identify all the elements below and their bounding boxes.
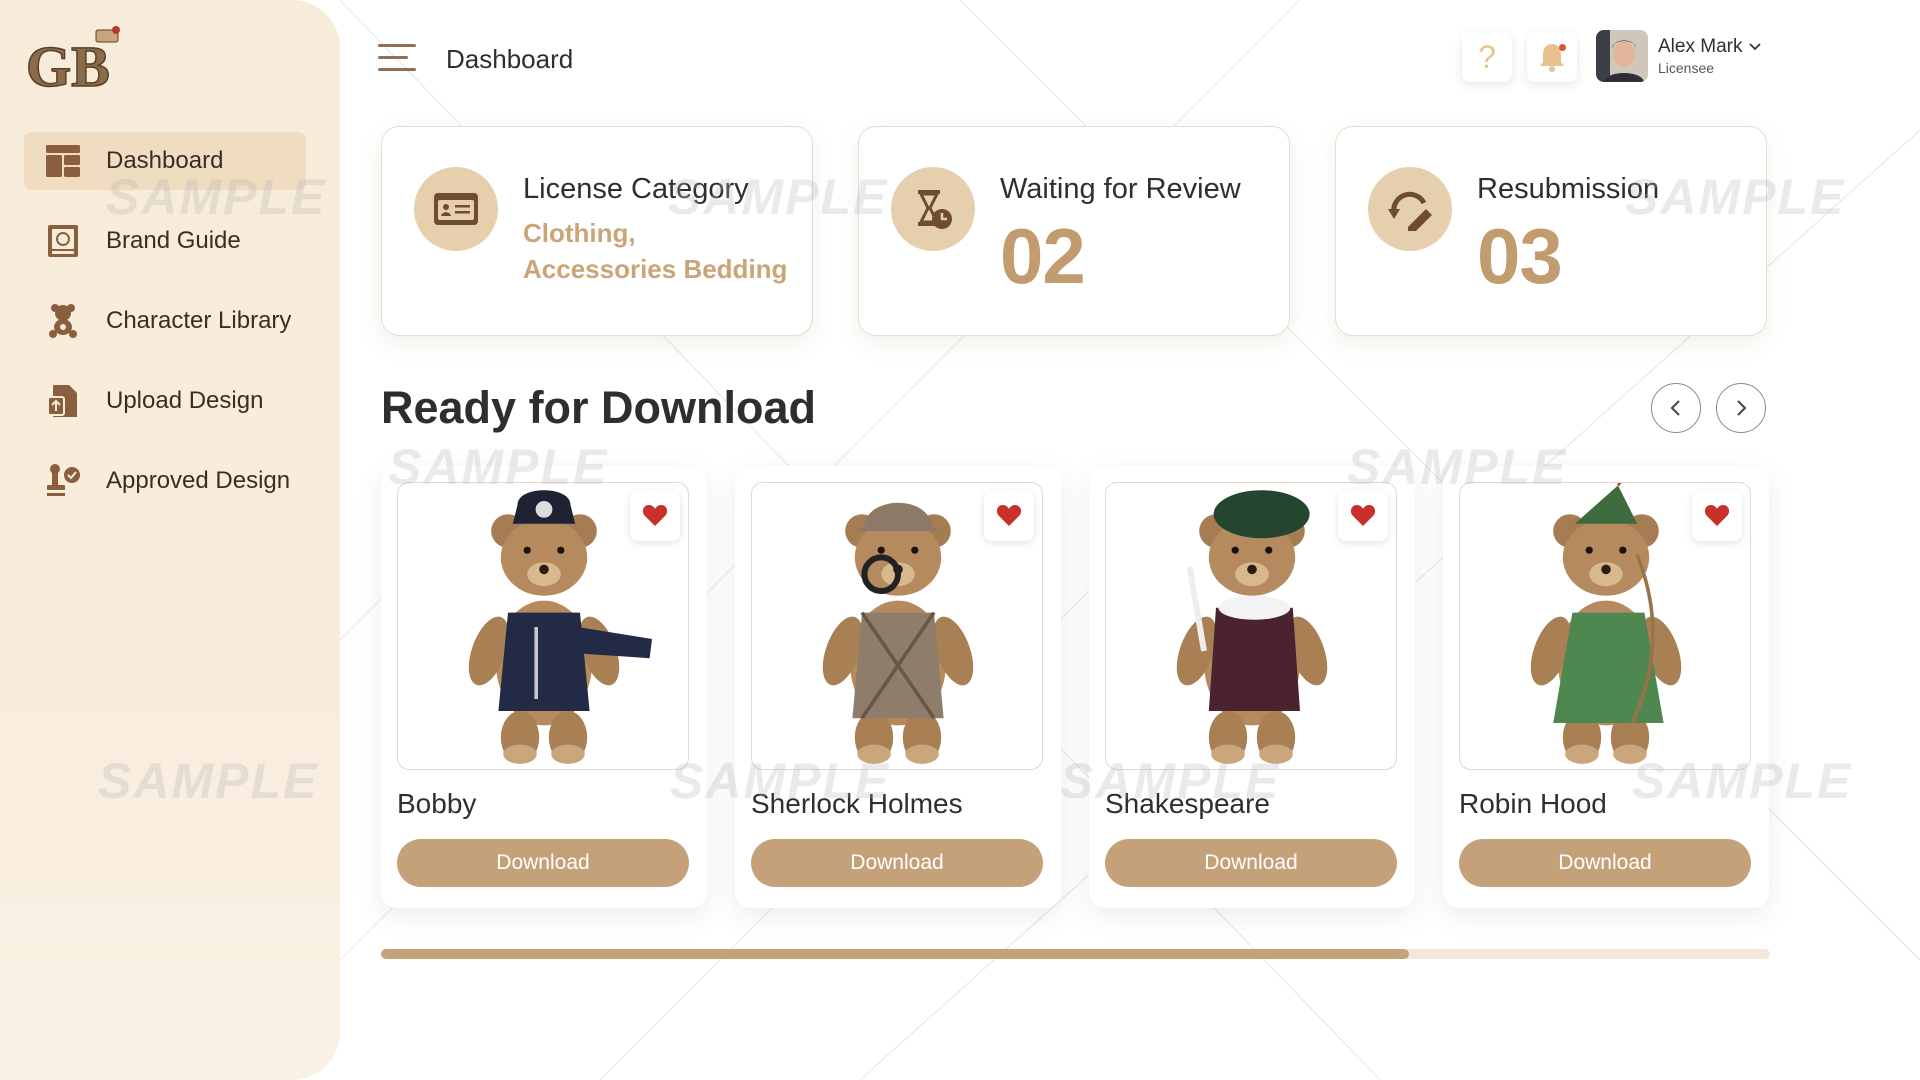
teddy-bear-icon xyxy=(44,302,82,340)
product-image[interactable] xyxy=(751,482,1043,770)
product-name: Bobby xyxy=(397,788,477,819)
dashboard-icon xyxy=(44,142,82,180)
resubmit-edit-icon xyxy=(1368,167,1452,251)
page-title: Dashboard xyxy=(446,44,574,74)
product-name: Sherlock Holmes xyxy=(751,788,963,819)
sidebar-item-label: Approved Design xyxy=(106,467,291,494)
heart-icon xyxy=(642,505,668,526)
favorite-button[interactable] xyxy=(1338,491,1388,541)
user-menu[interactable]: Alex Mark Licensee xyxy=(1596,30,1762,82)
brand-guide-icon xyxy=(44,222,82,260)
resubmission-count: 03 xyxy=(1477,212,1563,300)
download-button[interactable]: Download xyxy=(1105,839,1397,887)
product-image[interactable] xyxy=(397,482,689,770)
product-image[interactable] xyxy=(1459,482,1751,770)
hourglass-clock-icon xyxy=(891,167,975,251)
carousel-next-button[interactable] xyxy=(1716,383,1766,433)
help-icon: ? xyxy=(1478,38,1496,75)
carousel-prev-button[interactable] xyxy=(1651,383,1701,433)
help-button[interactable]: ? xyxy=(1462,32,1512,82)
product-card: Robin Hood Download xyxy=(1443,466,1769,908)
download-button[interactable]: Download xyxy=(1459,839,1751,887)
menu-toggle-button[interactable] xyxy=(378,44,420,76)
sidebar-nav: Dashboard Brand Guide Character Library … xyxy=(24,132,306,532)
waiting-review-title: Waiting for Review xyxy=(1000,173,1241,205)
sidebar: GB Dashboard Brand Guide Character Libra… xyxy=(0,0,340,1080)
favorite-button[interactable] xyxy=(1692,491,1742,541)
svg-text:GB: GB xyxy=(26,34,110,96)
approved-stamp-icon xyxy=(44,462,82,500)
license-category-title: License Category xyxy=(523,173,749,205)
product-name: Robin Hood xyxy=(1459,788,1607,819)
user-name: Alex Mark xyxy=(1658,36,1743,57)
favorite-button[interactable] xyxy=(630,491,680,541)
sidebar-item-brand-guide[interactable]: Brand Guide xyxy=(24,212,306,270)
chevron-down-icon xyxy=(1749,43,1762,51)
heart-icon xyxy=(996,505,1022,526)
heart-icon xyxy=(1350,505,1376,526)
ready-for-download-heading: Ready for Download xyxy=(381,382,817,433)
carousel-scrollbar[interactable] xyxy=(381,949,1770,959)
sidebar-item-label: Upload Design xyxy=(106,387,264,414)
sidebar-item-character-library[interactable]: Character Library xyxy=(24,292,306,350)
waiting-review-card: Waiting for Review 02 xyxy=(858,126,1290,336)
id-card-icon xyxy=(414,167,498,251)
sidebar-item-label: Brand Guide xyxy=(106,227,241,254)
resubmission-title: Resubmission xyxy=(1477,173,1660,205)
user-role: Licensee xyxy=(1658,60,1715,76)
download-button[interactable]: Download xyxy=(397,839,689,887)
sidebar-item-dashboard[interactable]: Dashboard xyxy=(24,132,306,190)
product-card: Sherlock Holmes Download xyxy=(735,466,1061,908)
notification-dot xyxy=(1559,44,1566,51)
favorite-button[interactable] xyxy=(984,491,1034,541)
sidebar-item-label: Character Library xyxy=(106,307,292,334)
chevron-left-icon xyxy=(1670,400,1680,416)
product-image[interactable] xyxy=(1105,482,1397,770)
product-card: Bobby Download xyxy=(381,466,707,908)
heart-icon xyxy=(1704,505,1730,526)
chevron-right-icon xyxy=(1737,400,1747,416)
sidebar-item-label: Dashboard xyxy=(106,147,224,174)
avatar xyxy=(1596,30,1648,82)
resubmission-card: Resubmission 03 xyxy=(1335,126,1767,336)
carousel-scrollbar-thumb[interactable] xyxy=(381,949,1409,959)
download-button[interactable]: Download xyxy=(751,839,1043,887)
gb-logo[interactable]: GB xyxy=(24,24,128,96)
license-category-card: License Category Clothing, Accessories B… xyxy=(381,126,813,336)
license-category-values: Clothing, Accessories Bedding xyxy=(523,218,788,284)
notifications-button[interactable] xyxy=(1527,32,1577,82)
sidebar-item-upload-design[interactable]: Upload Design xyxy=(24,372,306,430)
sidebar-item-approved-design[interactable]: Approved Design xyxy=(24,452,306,510)
upload-file-icon xyxy=(44,382,82,420)
product-card: Shakespeare Download xyxy=(1089,466,1415,908)
waiting-review-count: 02 xyxy=(1000,212,1086,300)
product-name: Shakespeare xyxy=(1105,788,1271,819)
